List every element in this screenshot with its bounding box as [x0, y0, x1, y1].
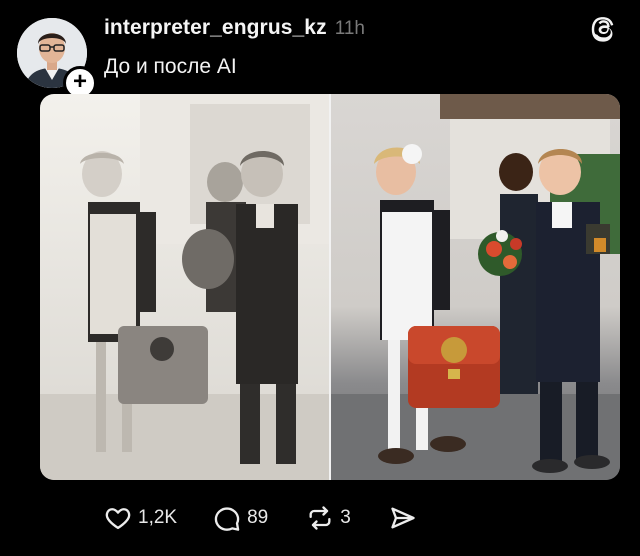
post-image[interactable]	[40, 94, 620, 480]
username-link[interactable]: interpreter_engrus_kz	[104, 16, 327, 40]
heart-icon	[105, 508, 131, 530]
plus-icon: +	[72, 68, 87, 95]
comment-button[interactable]: 89	[213, 504, 268, 532]
threads-post: + interpreter_engrus_kz 11h До и после A…	[0, 0, 640, 556]
repost-icon	[309, 506, 331, 530]
comment-bubble-icon	[214, 507, 240, 531]
like-button[interactable]: 1,2K	[104, 504, 177, 532]
like-count: 1,2K	[138, 507, 178, 528]
before-photo	[40, 94, 330, 480]
send-icon	[391, 507, 415, 529]
repost-count: 3	[340, 507, 351, 528]
author-avatar-container[interactable]: +	[17, 18, 97, 100]
comment-count: 89	[247, 507, 269, 528]
before-after-photo	[40, 94, 620, 480]
repost-button[interactable]: 3	[306, 504, 351, 532]
share-button[interactable]	[389, 504, 417, 532]
post-timestamp[interactable]: 11h	[335, 18, 365, 40]
after-photo	[330, 94, 620, 480]
post-caption: До и после AI	[104, 55, 237, 78]
post-header: interpreter_engrus_kz 11h	[104, 16, 365, 40]
post-actions-bar: 1,2K 89 3	[104, 500, 417, 536]
threads-logo-icon[interactable]	[590, 16, 618, 44]
